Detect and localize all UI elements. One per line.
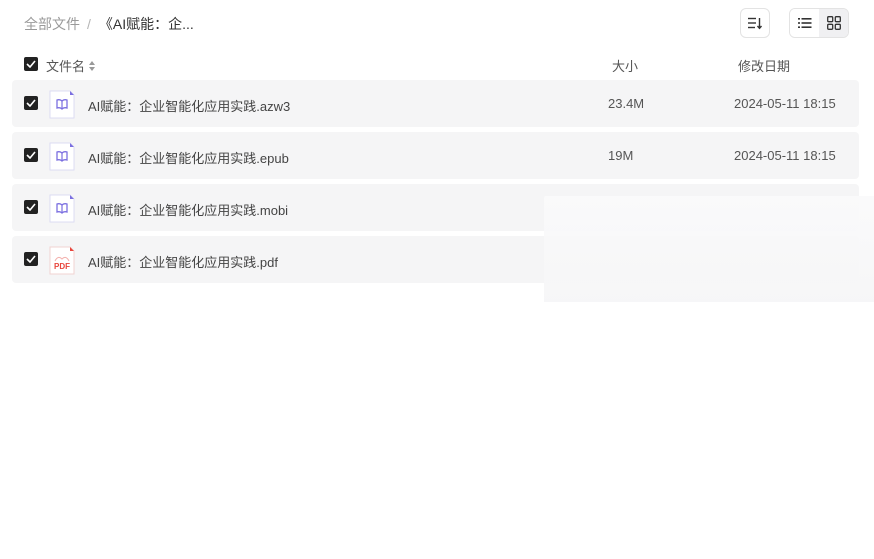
checkmark-icon — [26, 60, 36, 68]
size-column-header[interactable]: 大小 — [612, 56, 638, 75]
breadcrumb-separator: / — [87, 16, 91, 32]
pdf-icon: PDF — [49, 246, 75, 275]
file-name[interactable]: AI赋能：企业智能化应用实践.epub — [88, 148, 289, 167]
checkmark-icon — [26, 203, 36, 211]
grid-view-icon — [826, 16, 841, 30]
checkmark-icon — [26, 151, 36, 159]
file-size: 19M — [608, 148, 634, 163]
file-size: 23.4M — [608, 96, 645, 111]
sort-arrows-icon — [89, 60, 96, 71]
grid-view-button[interactable] — [819, 9, 848, 37]
row-checkbox[interactable] — [24, 96, 38, 110]
view-toggle — [789, 8, 849, 38]
breadcrumb: 全部文件 / 《AI赋能：企... — [24, 15, 194, 33]
table-row[interactable]: AI赋能：企业智能化应用实践.epub 19M 2024-05-11 18:15 — [12, 132, 859, 179]
table-row[interactable]: AI赋能：企业智能化应用实践.azw3 23.4M 2024-05-11 18:… — [12, 80, 859, 127]
file-date: 2024-05-11 18:15 — [734, 148, 836, 163]
name-column-header[interactable]: 文件名 — [46, 56, 96, 75]
row-checkbox[interactable] — [24, 200, 38, 214]
sort-button[interactable] — [740, 8, 770, 38]
checkmark-icon — [26, 255, 36, 263]
loading-overlay — [544, 196, 874, 302]
row-checkbox[interactable] — [24, 148, 38, 162]
file-date: 2024-05-11 18:15 — [734, 96, 836, 111]
file-name[interactable]: AI赋能：企业智能化应用实践.azw3 — [88, 96, 290, 115]
file-name[interactable]: AI赋能：企业智能化应用实践.mobi — [88, 200, 288, 219]
list-view-icon — [797, 18, 811, 28]
ebook-icon — [49, 142, 75, 171]
row-checkbox[interactable] — [24, 252, 38, 266]
date-column-header[interactable]: 修改日期 — [738, 56, 790, 75]
name-header-label: 文件名 — [46, 59, 86, 74]
checkmark-icon — [26, 99, 36, 107]
select-all-checkbox[interactable] — [24, 57, 38, 71]
sort-list-icon — [748, 17, 763, 30]
file-name[interactable]: AI赋能：企业智能化应用实践.pdf — [88, 252, 278, 271]
breadcrumb-current: 《AI赋能：企... — [98, 16, 194, 32]
list-view-button[interactable] — [790, 9, 819, 37]
table-header: 文件名 大小 修改日期 — [0, 54, 874, 74]
ebook-icon — [49, 90, 75, 119]
svg-text:PDF: PDF — [54, 262, 70, 271]
ebook-icon — [49, 194, 75, 223]
breadcrumb-root-link[interactable]: 全部文件 — [24, 14, 80, 34]
